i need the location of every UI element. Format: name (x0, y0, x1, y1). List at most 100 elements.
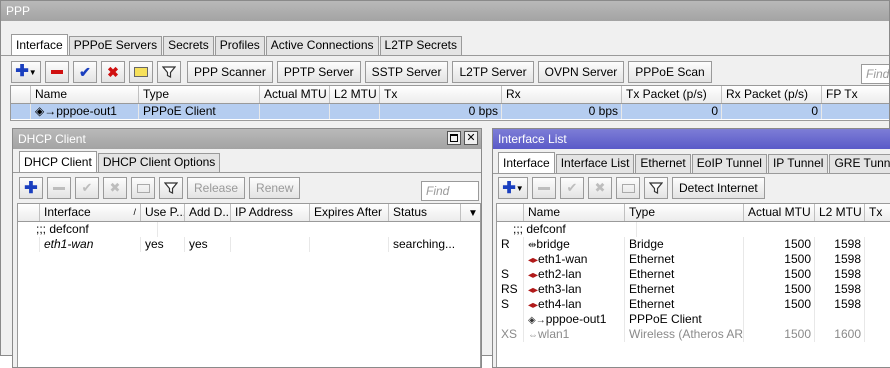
column-header[interactable]: L2 MTU (815, 204, 865, 221)
table-row[interactable]: ◈→pppoe-out1 PPPoE Client (497, 312, 890, 327)
filter-button[interactable] (157, 61, 181, 83)
column-header[interactable]: Type (625, 204, 744, 221)
filter-icon (162, 66, 176, 78)
column-header[interactable]: L2 MTU (330, 86, 380, 103)
type-cell: Ethernet (625, 282, 744, 297)
column-header[interactable]: Actual MTU (744, 204, 815, 221)
actual-mtu-cell: 1500 (744, 282, 815, 297)
ppp-scanner-button[interactable]: PPP Scanner (187, 61, 273, 83)
tab-secrets[interactable]: Secrets (163, 36, 214, 55)
tab-interface[interactable]: Interface (498, 152, 555, 173)
column-header[interactable]: Status (389, 204, 461, 221)
type-cell: Wireless (Atheros AR9... (625, 327, 744, 342)
add-button[interactable]: ✚ (19, 177, 43, 199)
add-button[interactable]: ✚ ▼ (498, 177, 528, 199)
column-menu-button[interactable]: ▼ (461, 204, 480, 221)
pptp-server-button[interactable]: PPTP Server (276, 61, 361, 83)
remove-button[interactable] (47, 177, 71, 199)
disable-button[interactable]: ✖ (103, 177, 127, 199)
comment-button[interactable] (129, 61, 153, 83)
table-row[interactable]: ◈→pppoe-out1 PPPoE Client 0 bps 0 bps 0 … (11, 104, 889, 119)
interface-cell: eth1-wan (40, 237, 141, 252)
dhcp-titlebar[interactable]: DHCP Client ✕ (13, 129, 481, 149)
column-header[interactable]: Expires After (310, 204, 389, 221)
column-header[interactable]: IP Address (231, 204, 310, 221)
enable-button[interactable]: ✔ (73, 61, 97, 83)
column-header[interactable]: Tx Packet (p/s) (622, 86, 722, 103)
ethernet-icon: ◂▸ (528, 270, 539, 281)
table-row[interactable]: XS⇔wlan1Wireless (Atheros AR9...15001600 (497, 327, 890, 342)
pppoe-scan-button[interactable]: PPPoE Scan (628, 61, 712, 83)
tab-pppoe-servers[interactable]: PPPoE Servers (68, 36, 163, 55)
table-row[interactable]: S ◂▸eth4-lan Ethernet 1500 1598 (497, 297, 890, 312)
tab-ip-tunnel[interactable]: IP Tunnel (767, 154, 829, 173)
interface-list-title: Interface List (498, 132, 567, 146)
tab-active-connections[interactable]: Active Connections (265, 36, 379, 55)
table-row[interactable]: S ◂▸eth2-lan Ethernet 1500 1598 (497, 267, 890, 282)
filter-button[interactable] (159, 177, 183, 199)
column-header[interactable]: Actual MTU (260, 86, 330, 103)
tab-dhcp-client[interactable]: DHCP Client (19, 151, 97, 172)
column-header[interactable]: Tx (865, 204, 890, 221)
tab-ethernet[interactable]: Ethernet (635, 154, 691, 173)
comment-button[interactable] (131, 177, 155, 199)
l2tp-server-button[interactable]: L2TP Server (452, 61, 534, 83)
check-icon: ✔ (79, 63, 91, 80)
ovpn-server-button[interactable]: OVPN Server (537, 61, 625, 83)
actual-mtu-cell: 1500 (744, 237, 815, 252)
detect-internet-button[interactable]: Detect Internet (672, 177, 765, 199)
add-button[interactable]: ✚ ▼ (11, 61, 41, 83)
column-header[interactable]: Add D... (185, 204, 231, 221)
column-header[interactable]: Rx (502, 86, 622, 103)
column-header[interactable]: Interface / (40, 204, 141, 221)
column-header[interactable]: Tx (380, 86, 502, 103)
enable-button[interactable]: ✔ (560, 177, 584, 199)
close-button[interactable]: ✕ (464, 131, 478, 145)
disable-button[interactable]: ✖ (588, 177, 612, 199)
table-row[interactable]: ◂▸eth1-wan Ethernet 1500 1598 (497, 252, 890, 267)
remove-button[interactable] (532, 177, 556, 199)
remove-button[interactable] (45, 61, 69, 83)
table-row[interactable]: R ⇹bridge Bridge 1500 1598 (497, 237, 890, 252)
comment-row: ;;; defconf (18, 222, 480, 237)
disable-button[interactable]: ✖ (101, 61, 125, 83)
tab-eoip-tunnel[interactable]: EoIP Tunnel (691, 154, 767, 173)
ppp-titlebar[interactable]: PPP (1, 1, 889, 21)
table-row[interactable]: RS ◂▸eth3-lan Ethernet 1500 1598 (497, 282, 890, 297)
interface-list-titlebar[interactable]: Interface List (493, 129, 890, 149)
tab-interface[interactable]: Interface (11, 34, 68, 55)
note-icon (621, 183, 635, 193)
enable-button[interactable]: ✔ (75, 177, 99, 199)
tx-cell (865, 252, 890, 267)
sstp-server-button[interactable]: SSTP Server (364, 61, 449, 83)
tab-gre-tunnel[interactable]: GRE Tunnel (829, 154, 890, 173)
dhcp-table-header: Interface / Use P... Add D... IP Address … (18, 204, 480, 222)
release-button[interactable]: Release (187, 177, 246, 199)
column-header[interactable]: Name (524, 204, 625, 221)
dhcp-tabs: DHCP Client DHCP Client Options (19, 151, 221, 172)
table-row[interactable]: eth1-wan yes yes searching... (18, 237, 480, 252)
interface-rows: R ⇹bridge Bridge 1500 1598 ◂▸eth1-wan Ethernet… (497, 237, 890, 342)
tab-interface-list[interactable]: Interface List (555, 154, 635, 173)
type-cell: Ethernet (625, 267, 744, 282)
renew-button[interactable]: Renew (249, 177, 301, 199)
interface-name: bridge (536, 237, 570, 251)
ethernet-icon: ◂▸ (528, 255, 539, 266)
ppp-find-input[interactable]: Find (861, 64, 889, 84)
dhcp-find-input[interactable]: Find (421, 181, 479, 201)
maximize-button[interactable] (447, 131, 461, 145)
column-header[interactable]: Name (31, 86, 139, 103)
column-header[interactable]: FP Tx (822, 86, 889, 103)
column-header[interactable]: Use P... (141, 204, 185, 221)
column-header[interactable]: Type (139, 86, 260, 103)
tab-l2tp-secrets[interactable]: L2TP Secrets (379, 36, 462, 55)
filter-button[interactable] (644, 177, 668, 199)
flag-cell: S (497, 297, 524, 312)
comment-button[interactable] (616, 177, 640, 199)
l2-mtu-cell: 1600 (815, 327, 865, 342)
column-header[interactable]: Rx Packet (p/s) (722, 86, 822, 103)
tab-profiles[interactable]: Profiles (214, 36, 265, 55)
l2-mtu-cell (330, 104, 380, 119)
tab-dhcp-client-options[interactable]: DHCP Client Options (97, 153, 221, 172)
dropdown-arrow-icon: ▼ (28, 67, 37, 77)
